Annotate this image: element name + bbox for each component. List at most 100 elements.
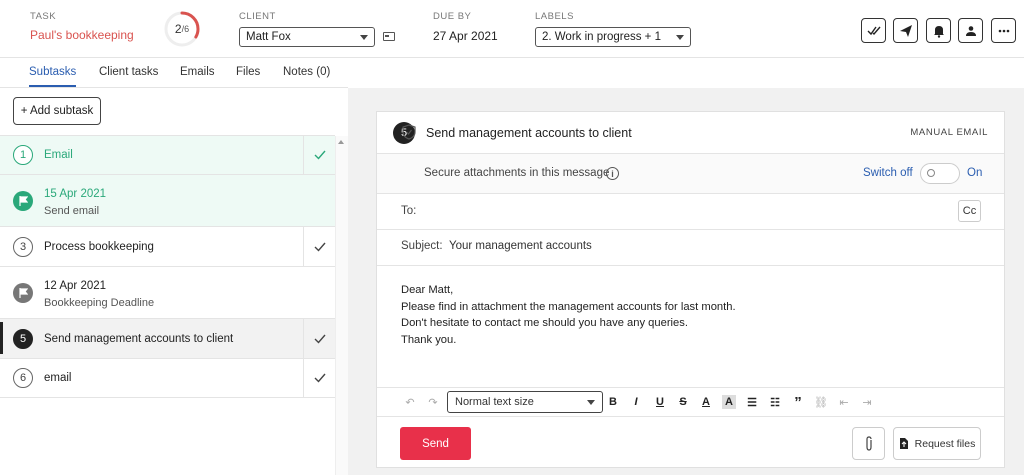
switch-off-link[interactable]: Switch off <box>863 167 913 179</box>
tab-notes[interactable]: Notes (0) <box>283 66 330 85</box>
subtask-check[interactable] <box>303 359 335 397</box>
chevron-down-icon <box>676 34 684 40</box>
selection-indicator <box>0 322 3 354</box>
toggle-on-label: On <box>967 167 983 179</box>
labels-select[interactable]: 2. Work in progress + 1 <box>535 27 691 47</box>
text-size-select[interactable]: Normal text size <box>447 391 603 413</box>
subject-input[interactable]: Your management accounts <box>449 240 592 252</box>
email-header: 5 Send management accounts to client MAN… <box>377 112 1004 154</box>
highlight-icon[interactable]: A <box>722 395 736 409</box>
body-line: Please find in attachment the management… <box>401 300 736 313</box>
task-header: TASK Paul's bookkeeping 2/6 CLIENT Matt … <box>0 0 1024 58</box>
subtask-title: email <box>44 372 72 384</box>
body-line: Dear Matt, <box>401 284 454 296</box>
progress-total: /6 <box>181 24 190 34</box>
italic-icon[interactable]: I <box>629 395 643 409</box>
assign-user-button[interactable] <box>958 18 983 43</box>
subtask-number: 6 <box>13 368 33 388</box>
send-icon <box>899 24 912 37</box>
due-date[interactable]: 27 Apr 2021 <box>433 29 498 43</box>
cc-button[interactable]: Cc <box>958 200 981 222</box>
labels-label: LABELS <box>535 11 574 22</box>
subtask-check[interactable] <box>303 136 335 174</box>
deadline-subtitle: Bookkeeping Deadline <box>44 297 155 309</box>
send-email-button[interactable]: Send <box>400 427 471 460</box>
deadline-date: 12 Apr 2021 <box>44 280 107 292</box>
underline-icon[interactable]: U <box>653 395 667 409</box>
reminder-button[interactable] <box>926 18 951 43</box>
email-type: MANUAL EMAIL <box>910 127 988 138</box>
info-icon[interactable]: i <box>606 167 619 180</box>
subtask-item[interactable]: 1 Email <box>0 135 335 174</box>
numbered-list-icon[interactable]: ☷ <box>768 395 782 409</box>
send-button[interactable] <box>893 18 918 43</box>
subtask-item-selected[interactable]: 5 Send management accounts to client <box>0 318 335 358</box>
progress-count: 2/6 <box>163 10 201 48</box>
assign-user-icon <box>965 25 976 36</box>
mark-complete-button[interactable] <box>861 18 886 43</box>
tab-files[interactable]: Files <box>236 66 260 85</box>
progress-done: 2 <box>174 22 182 36</box>
subtask-title: Send management accounts to client <box>44 332 234 345</box>
subtask-scrollbar[interactable] <box>335 136 348 475</box>
subtask-item[interactable]: 3 Process bookkeeping <box>0 226 335 266</box>
flag-icon <box>13 191 33 211</box>
bullet-list-icon[interactable]: ☰ <box>745 395 759 409</box>
deadline-item[interactable]: 12 Apr 2021 Bookkeeping Deadline <box>0 266 335 318</box>
link-icon[interactable]: ⛓ <box>814 395 828 409</box>
request-files-button[interactable]: Request files <box>893 427 981 460</box>
tab-client-tasks[interactable]: Client tasks <box>99 66 158 85</box>
subtask-title: Process bookkeeping <box>44 240 154 253</box>
tab-emails[interactable]: Emails <box>180 66 215 85</box>
tab-subtasks[interactable]: Subtasks <box>29 66 77 87</box>
client-value: Matt Fox <box>246 31 291 43</box>
task-title[interactable]: Paul's bookkeeping <box>30 28 134 42</box>
shield-icon <box>402 124 416 140</box>
body-line: Don't hesitate to contact me should you … <box>401 317 688 329</box>
undo-icon[interactable]: ↶ <box>403 395 417 409</box>
subject-label: Subject: <box>401 240 443 252</box>
email-body[interactable]: Dear Matt, Please find in attachment the… <box>401 282 736 348</box>
check-icon <box>314 373 326 383</box>
add-subtask-button[interactable]: + Add subtask <box>13 97 101 125</box>
subtask-number: 5 <box>13 328 33 349</box>
tab-bar: Subtasks Client tasks Emails Files Notes… <box>0 58 348 88</box>
contact-card-icon[interactable] <box>383 32 395 41</box>
quote-icon[interactable]: ” <box>791 394 805 411</box>
redo-icon[interactable]: ↷ <box>426 395 440 409</box>
check-icon <box>314 242 326 252</box>
labels-value: 2. Work in progress + 1 <box>542 31 661 43</box>
upload-file-icon <box>899 438 908 449</box>
to-row[interactable] <box>377 194 1004 230</box>
indent-icon[interactable]: ⇥ <box>860 395 874 409</box>
subtask-number: 3 <box>13 236 33 257</box>
outdent-icon[interactable]: ⇤ <box>837 395 851 409</box>
attach-button[interactable] <box>852 427 885 460</box>
email-title: Send management accounts to client <box>426 126 632 140</box>
deadline-date: 15 Apr 2021 <box>44 188 107 200</box>
paperclip-icon <box>865 435 872 451</box>
task-label: TASK <box>30 11 57 22</box>
subtask-title: Email <box>44 149 73 161</box>
strikethrough-icon[interactable]: S <box>676 395 690 409</box>
body-line: Thank you. <box>401 333 457 346</box>
text-size-value: Normal text size <box>455 396 534 408</box>
subtask-item[interactable]: 6 email <box>0 358 335 398</box>
subtask-check[interactable] <box>303 319 335 358</box>
scroll-up-icon[interactable] <box>338 140 344 144</box>
bold-icon[interactable]: B <box>606 395 620 409</box>
more-button[interactable] <box>991 18 1016 43</box>
check-icon <box>314 150 326 160</box>
bell-icon <box>933 25 944 38</box>
client-select[interactable]: Matt Fox <box>239 27 375 47</box>
to-label: To: <box>401 205 417 217</box>
subtask-check[interactable] <box>303 227 335 266</box>
secure-toggle[interactable] <box>920 163 960 184</box>
text-color-icon[interactable]: A <box>699 395 713 409</box>
email-composer: 5 Send management accounts to client MAN… <box>376 111 1005 468</box>
chevron-down-icon <box>360 34 368 40</box>
secure-text: Secure attachments in this message <box>424 167 610 179</box>
due-label: DUE BY <box>433 11 472 22</box>
subtask-number: 1 <box>13 145 33 165</box>
deadline-item[interactable]: 15 Apr 2021 Send email <box>0 174 335 226</box>
